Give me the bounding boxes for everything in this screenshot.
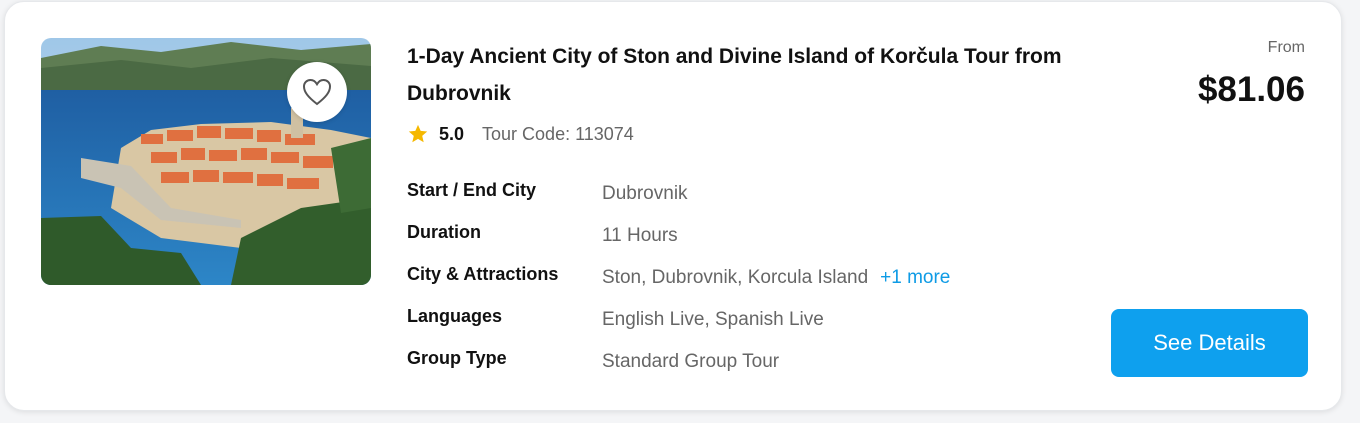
heart-outline-icon bbox=[302, 78, 332, 106]
price-from-label: From bbox=[1267, 39, 1305, 56]
rating-row: 5.0 Tour Code: 113074 bbox=[407, 123, 634, 145]
detail-value: 11 Hours bbox=[602, 225, 678, 246]
detail-label: Group Type bbox=[407, 348, 507, 368]
detail-value: Standard Group Tour bbox=[602, 351, 780, 372]
detail-label: City & Attractions bbox=[407, 264, 559, 284]
detail-value-wrap: Ston, Dubrovnik, Korcula Island +1 more bbox=[602, 267, 950, 289]
more-attractions-link[interactable]: +1 more bbox=[880, 267, 950, 288]
rating-value: 5.0 bbox=[439, 123, 465, 144]
tour-title[interactable]: 1-Day Ancient City of Ston and Divine Is… bbox=[407, 38, 1067, 112]
detail-value: English Live, Spanish Live bbox=[602, 309, 824, 330]
favorite-button[interactable] bbox=[287, 62, 347, 122]
price-value: $81.06 bbox=[1197, 70, 1305, 109]
star-icon bbox=[408, 124, 428, 143]
see-details-button[interactable]: See Details bbox=[1111, 309, 1308, 377]
detail-value: Dubrovnik bbox=[602, 183, 688, 204]
tour-card: 1-Day Ancient City of Ston and Divine Is… bbox=[4, 1, 1342, 411]
detail-label: Languages bbox=[407, 306, 503, 326]
tour-code: Tour Code: 113074 bbox=[482, 123, 634, 144]
detail-label: Duration bbox=[407, 222, 481, 242]
detail-value: Ston, Dubrovnik, Korcula Island bbox=[602, 267, 869, 288]
detail-label: Start / End City bbox=[407, 180, 537, 200]
